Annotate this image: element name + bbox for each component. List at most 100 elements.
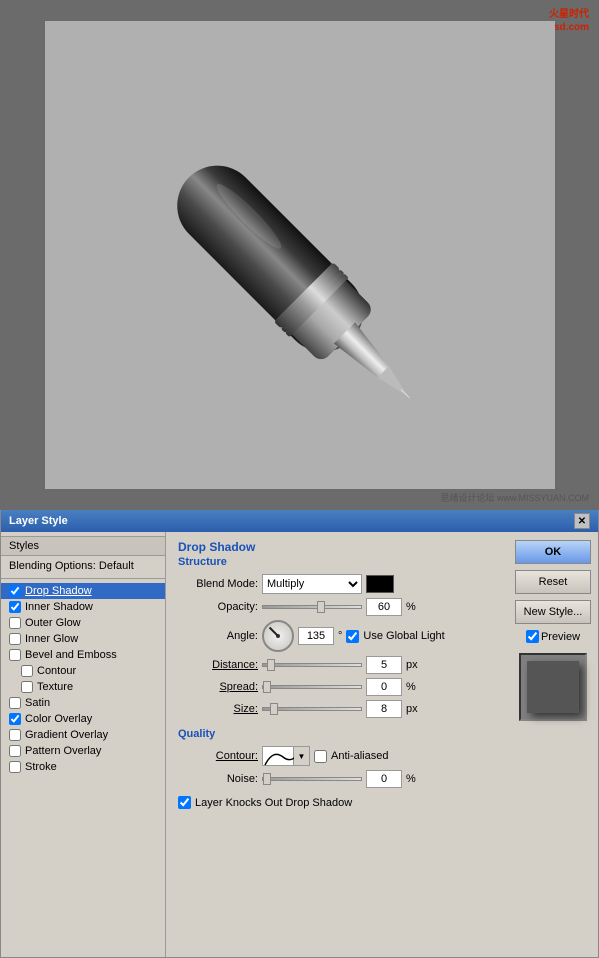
dialog-body: Styles Blending Options: Default Drop Sh…	[1, 532, 598, 957]
pen-illustration	[125, 41, 465, 451]
contour-row: Contour: ▼ Anti-aliased	[178, 746, 496, 766]
sidebar-item-texture[interactable]: Texture	[1, 679, 165, 695]
canvas-area: 火星时代 www.hxsd.com	[0, 0, 599, 510]
distance-thumb[interactable]	[267, 659, 275, 671]
angle-row: Angle: ° Use Global Light	[178, 620, 496, 652]
bevel-emboss-checkbox[interactable]	[9, 649, 21, 661]
preview-inner	[527, 661, 579, 713]
contour-dropdown[interactable]: ▼	[262, 746, 310, 766]
preview-checkbox[interactable]	[526, 630, 539, 643]
contour-dropdown-arrow[interactable]: ▼	[294, 746, 310, 766]
reset-button[interactable]: Reset	[515, 570, 591, 594]
ok-button[interactable]: OK	[515, 540, 591, 564]
contour-label: Contour:	[178, 750, 258, 762]
spread-unit: %	[406, 681, 416, 693]
opacity-input[interactable]	[366, 598, 402, 616]
size-row: Size: px	[178, 700, 496, 718]
sidebar-item-gradient-overlay[interactable]: Gradient Overlay	[1, 727, 165, 743]
drop-shadow-title: Drop Shadow	[178, 540, 255, 554]
quality-section: Quality Contour: ▼ Anti-aliased	[178, 728, 496, 788]
close-button[interactable]: ✕	[574, 513, 590, 529]
angle-input[interactable]	[298, 627, 334, 645]
spread-slider[interactable]	[262, 685, 362, 689]
spread-input[interactable]	[366, 678, 402, 696]
distance-row: Distance: px	[178, 656, 496, 674]
dialog-titlebar: Layer Style ✕	[1, 510, 598, 532]
opacity-slider[interactable]	[262, 605, 362, 609]
sidebar-item-outer-glow[interactable]: Outer Glow	[1, 615, 165, 631]
blend-mode-label: Blend Mode:	[178, 578, 258, 590]
opacity-unit: %	[406, 601, 416, 613]
drop-shadow-checkbox[interactable]	[9, 585, 21, 597]
noise-slider[interactable]	[262, 777, 362, 781]
size-label: Size:	[178, 703, 258, 715]
noise-thumb[interactable]	[263, 773, 271, 785]
angle-unit: °	[338, 630, 342, 642]
sidebar-item-stroke[interactable]: Stroke	[1, 759, 165, 775]
opacity-thumb[interactable]	[317, 601, 325, 613]
preview-label: Preview	[541, 631, 580, 643]
contour-preview	[262, 746, 294, 766]
preview-toggle-row: Preview	[526, 630, 580, 643]
inner-glow-checkbox[interactable]	[9, 633, 21, 645]
sidebar-item-bevel-emboss[interactable]: Bevel and Emboss	[1, 647, 165, 663]
sidebar-item-contour[interactable]: Contour	[1, 663, 165, 679]
preview-box	[519, 653, 587, 721]
angle-dial[interactable]	[262, 620, 294, 652]
noise-row: Noise: %	[178, 770, 496, 788]
distance-slider[interactable]	[262, 663, 362, 667]
spread-label: Spread:	[178, 681, 258, 693]
size-input[interactable]	[366, 700, 402, 718]
blend-mode-row: Blend Mode: Multiply Normal Screen	[178, 574, 496, 594]
outer-glow-checkbox[interactable]	[9, 617, 21, 629]
sidebar-item-satin[interactable]: Satin	[1, 695, 165, 711]
anti-alias-label: Anti-aliased	[331, 750, 388, 762]
texture-checkbox[interactable]	[21, 681, 33, 693]
anti-alias-checkbox[interactable]	[314, 750, 327, 763]
noise-input[interactable]	[366, 770, 402, 788]
inner-shadow-checkbox[interactable]	[9, 601, 21, 613]
knockout-label: Layer Knocks Out Drop Shadow	[195, 797, 352, 809]
sidebar-item-inner-shadow[interactable]: Inner Shadow	[1, 599, 165, 615]
blending-options-item[interactable]: Blending Options: Default	[1, 558, 165, 574]
angle-label: Angle:	[178, 630, 258, 642]
bottom-watermark: 思绪设计论坛 www.MISSYUAN.COM	[440, 491, 589, 504]
canvas-inner	[45, 21, 555, 489]
sidebar-item-color-overlay[interactable]: Color Overlay	[1, 711, 165, 727]
blend-mode-select[interactable]: Multiply Normal Screen	[262, 574, 362, 594]
contour-checkbox[interactable]	[21, 665, 33, 677]
settings-panel: Drop Shadow Structure Blend Mode: Multip…	[166, 532, 508, 957]
styles-header[interactable]: Styles	[1, 536, 165, 556]
sidebar-item-inner-glow[interactable]: Inner Glow	[1, 631, 165, 647]
distance-input[interactable]	[366, 656, 402, 674]
noise-unit: %	[406, 773, 416, 785]
knockout-checkbox[interactable]	[178, 796, 191, 809]
stroke-checkbox[interactable]	[9, 761, 21, 773]
spread-thumb[interactable]	[263, 681, 271, 693]
noise-label: Noise:	[178, 773, 258, 785]
styles-panel: Styles Blending Options: Default Drop Sh…	[1, 532, 166, 957]
color-overlay-checkbox[interactable]	[9, 713, 21, 725]
dialog-title: Layer Style	[9, 515, 68, 527]
sidebar-item-drop-shadow[interactable]: Drop Shadow	[1, 583, 165, 599]
layer-style-dialog: Layer Style ✕ Styles Blending Options: D…	[0, 510, 599, 958]
satin-checkbox[interactable]	[9, 697, 21, 709]
size-slider[interactable]	[262, 707, 362, 711]
angle-indicator	[269, 627, 279, 637]
shadow-color-swatch[interactable]	[366, 575, 394, 593]
size-thumb[interactable]	[270, 703, 278, 715]
distance-unit: px	[406, 659, 418, 671]
new-style-button[interactable]: New Style...	[515, 600, 591, 624]
distance-label: Distance:	[178, 659, 258, 671]
spread-row: Spread: %	[178, 678, 496, 696]
pattern-overlay-checkbox[interactable]	[9, 745, 21, 757]
opacity-label: Opacity:	[178, 601, 258, 613]
knockout-row: Layer Knocks Out Drop Shadow	[178, 796, 496, 809]
opacity-row: Opacity: %	[178, 598, 496, 616]
global-light-checkbox[interactable]	[346, 630, 359, 643]
structure-subtitle: Structure	[178, 556, 227, 568]
global-light-label: Use Global Light	[363, 630, 444, 642]
gradient-overlay-checkbox[interactable]	[9, 729, 21, 741]
size-unit: px	[406, 703, 418, 715]
sidebar-item-pattern-overlay[interactable]: Pattern Overlay	[1, 743, 165, 759]
